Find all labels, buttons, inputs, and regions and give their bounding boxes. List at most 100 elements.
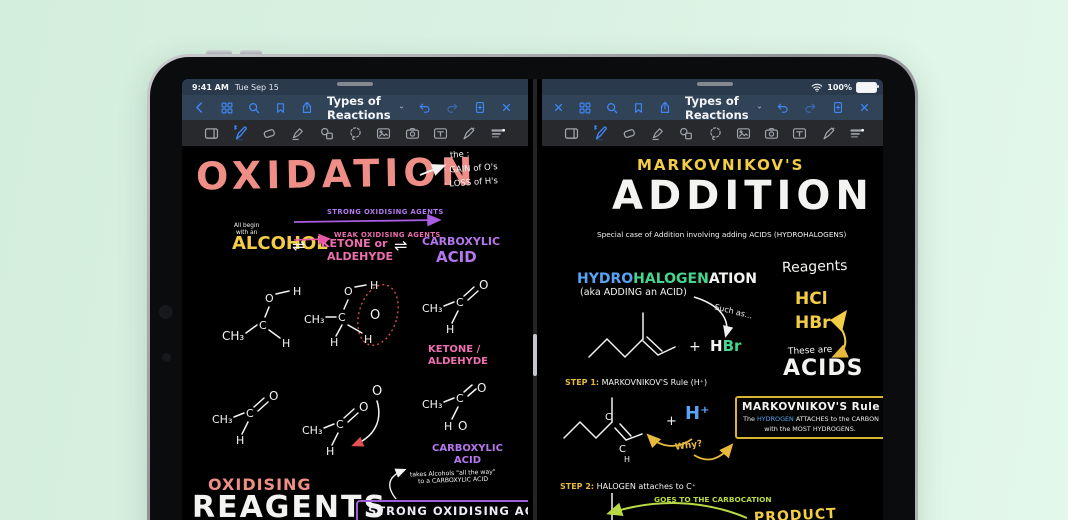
- svg-text:O: O: [477, 382, 486, 395]
- exit-split-button[interactable]: [552, 101, 565, 114]
- svg-text:O: O: [370, 308, 380, 323]
- ketone-aldehyde-label: KETONE /ALDEHYDE: [428, 344, 488, 367]
- svg-text:C: C: [605, 412, 612, 423]
- status-date: Tue Sep 15: [235, 83, 279, 92]
- shapes-tool[interactable]: [318, 125, 336, 142]
- bookmark-icon[interactable]: [274, 101, 287, 115]
- carboxylic-acid-structure: CH₃ C O H O: [420, 382, 505, 452]
- page-panel-tool[interactable]: [563, 125, 580, 142]
- step2-heading: STEP 2: HALOGEN attaches to C⁺: [560, 482, 696, 491]
- alcohol-label: ALCOHOL: [232, 234, 328, 255]
- eraser-tool[interactable]: [261, 125, 278, 142]
- close-document-button[interactable]: [500, 101, 513, 114]
- svg-text:C: C: [246, 407, 254, 420]
- reagent-hbr: HBr: [795, 314, 831, 334]
- svg-text:CH₃: CH₃: [304, 313, 324, 326]
- markovnikovs-kicker: MARKOVNIKOV'S: [637, 157, 804, 174]
- highlighter-tool[interactable]: [289, 125, 306, 142]
- left-nav-bar: Types of Reactions: [182, 95, 528, 120]
- undo-button[interactable]: [775, 101, 790, 115]
- thumbnails-grid-button[interactable]: [220, 101, 234, 115]
- svg-text:O: O: [344, 285, 353, 298]
- add-page-button[interactable]: [473, 100, 487, 115]
- ethanol-structure: CH₃ C O H H: [220, 280, 315, 352]
- page-panel-tool[interactable]: [203, 125, 220, 142]
- highlighter-tool[interactable]: [649, 125, 666, 142]
- carbocation-note: GOES TO THE CARBOCATION: [654, 496, 772, 505]
- ipad-screen: 9:41 AM Tue Sep 15 Types of Reactions: [182, 79, 883, 520]
- oxidation-title: OXIDATION: [196, 151, 478, 200]
- document-title-dropdown[interactable]: Types of Reactions: [685, 94, 762, 122]
- ipad-device: 9:41 AM Tue Sep 15 Types of Reactions: [147, 54, 918, 520]
- left-app-pane: 9:41 AM Tue Sep 15 Types of Reactions: [182, 79, 528, 520]
- svg-text:O: O: [265, 292, 274, 305]
- svg-text:C: C: [456, 392, 464, 405]
- lasso-tool[interactable]: [347, 125, 364, 142]
- window-drag-handle[interactable]: [697, 82, 733, 86]
- camera-sensor: [162, 353, 171, 362]
- image-tool[interactable]: [375, 125, 392, 142]
- split-view-divider: [528, 79, 542, 520]
- text-tool[interactable]: [432, 125, 449, 142]
- eraser-tool[interactable]: [621, 125, 638, 142]
- strong-agents-label: STRONG OXIDISING AGENTS: [327, 209, 444, 217]
- addition-subtitle: Special case of Addition involving addin…: [597, 231, 846, 239]
- hbr-reactant: HBr: [710, 338, 741, 355]
- redo-button[interactable]: [445, 101, 460, 115]
- such-as-note: Such as...: [713, 302, 753, 320]
- back-button[interactable]: [192, 100, 207, 115]
- close-document-button[interactable]: [858, 101, 871, 114]
- share-icon[interactable]: [300, 100, 314, 115]
- text-tool[interactable]: [791, 125, 808, 142]
- svg-text:O: O: [458, 419, 467, 433]
- svg-text:O: O: [359, 400, 368, 414]
- carboxylic-acid-label: CARBOXYLICACID: [432, 443, 503, 466]
- share-icon[interactable]: [658, 100, 672, 115]
- elements-tool[interactable]: [820, 125, 837, 142]
- pen-tool-selected[interactable]: [592, 124, 610, 142]
- rule-box-title: MARKOVNIKOV'S Rule: [742, 401, 880, 413]
- svg-text:H: H: [293, 285, 301, 298]
- svg-text:C: C: [456, 296, 464, 309]
- document-title: Types of Reactions: [327, 94, 395, 122]
- wifi-icon: [811, 83, 823, 92]
- document-title-dropdown[interactable]: Types of Reactions: [327, 94, 404, 122]
- thumbnails-grid-button[interactable]: [578, 101, 592, 115]
- svg-text:H: H: [330, 336, 338, 349]
- markovnikov-rule-box: MARKOVNIKOV'S Rule TheHYDROGENATTACHES t…: [735, 396, 883, 439]
- svg-text:C: C: [336, 418, 344, 431]
- front-camera: [159, 305, 173, 319]
- right-note-canvas[interactable]: MARKOVNIKOV'S ADDITION Special case of A…: [542, 147, 883, 520]
- camera-tool[interactable]: [763, 125, 780, 142]
- svg-text:C: C: [259, 319, 267, 332]
- stroke-thickness-tool[interactable]: [848, 125, 866, 142]
- lasso-tool[interactable]: [707, 125, 724, 142]
- elements-tool[interactable]: [460, 125, 477, 142]
- camera-tool[interactable]: [404, 125, 421, 142]
- search-icon[interactable]: [247, 101, 261, 115]
- redo-button[interactable]: [803, 101, 818, 115]
- stroke-thickness-tool[interactable]: [489, 125, 507, 142]
- svg-text:H: H: [624, 455, 630, 464]
- search-icon[interactable]: [605, 101, 619, 115]
- equilibrium-arrow-1: ⇌: [292, 237, 305, 255]
- add-page-button[interactable]: [831, 100, 845, 115]
- split-resize-handle[interactable]: [533, 334, 537, 376]
- shapes-tool[interactable]: [677, 125, 695, 142]
- svg-text:CH₃: CH₃: [422, 302, 442, 315]
- svg-text:O: O: [372, 384, 382, 399]
- undo-button[interactable]: [417, 101, 432, 115]
- bookmark-icon[interactable]: [632, 101, 645, 115]
- svg-text:CH₃: CH₃: [222, 329, 244, 343]
- left-note-canvas[interactable]: OXIDATION the : · GAIN of O's · LOSS of …: [182, 147, 528, 520]
- document-title: Types of Reactions: [685, 94, 753, 122]
- image-tool[interactable]: [735, 125, 752, 142]
- window-drag-handle[interactable]: [337, 82, 373, 86]
- plus-sign-step1: +: [666, 415, 677, 430]
- svg-text:H: H: [236, 434, 244, 447]
- hydrohalogenation-heading: HYDROHALOGENATION: [577, 271, 757, 287]
- svg-text:CH₃: CH₃: [212, 413, 232, 426]
- product-heading: PRODUCT: [754, 506, 837, 520]
- alkene-structure: [587, 305, 687, 373]
- pen-tool-selected[interactable]: [232, 124, 250, 142]
